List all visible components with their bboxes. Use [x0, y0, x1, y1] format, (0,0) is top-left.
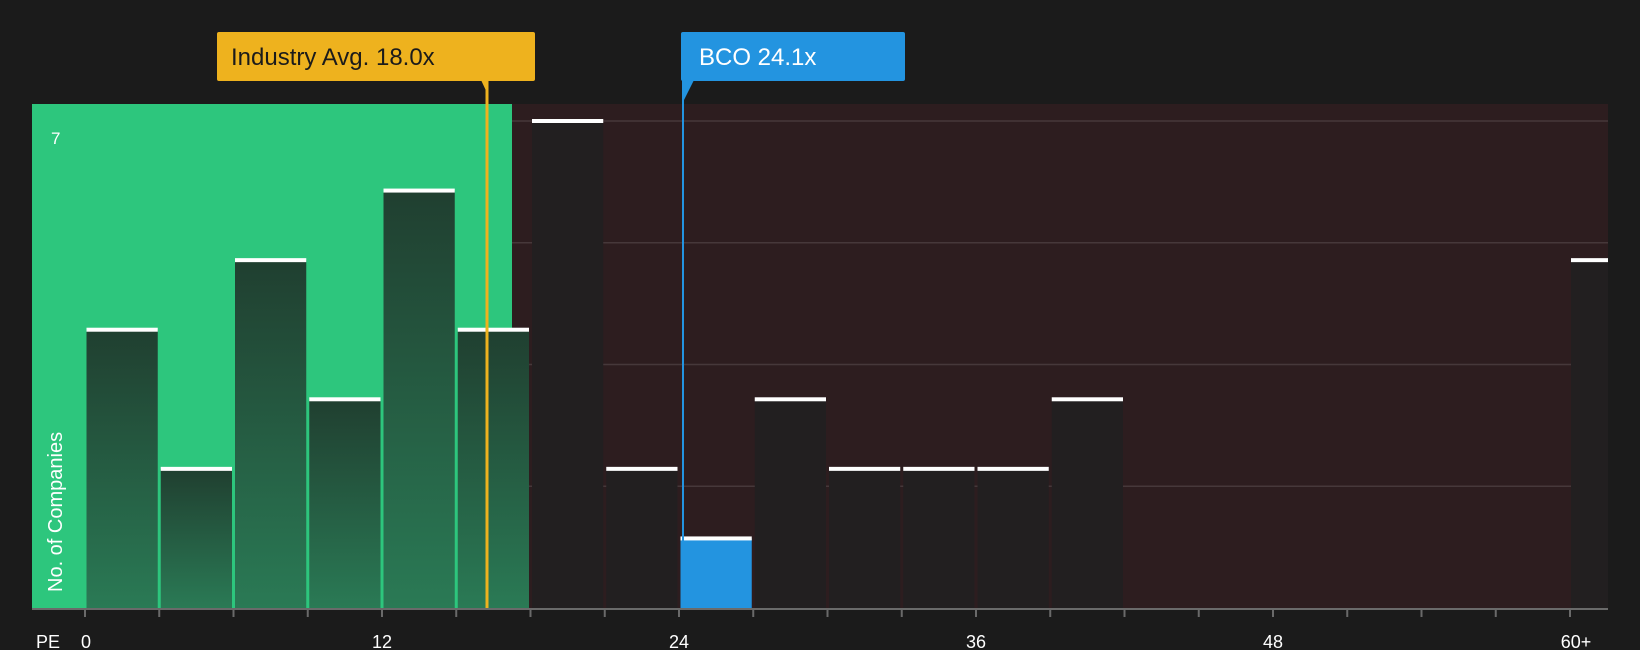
x-tick-label: 60+ — [1561, 632, 1592, 650]
bar-value-cap — [754, 397, 826, 402]
y-tick-label: 7 — [51, 129, 60, 148]
company-pe-pointer — [682, 80, 694, 104]
bar-value-cap — [457, 327, 529, 332]
bar-value-cap — [309, 397, 381, 402]
histogram-bar — [86, 329, 158, 608]
y-axis-label: No. of Companies — [45, 432, 67, 592]
bar-value-cap — [903, 466, 975, 471]
histogram-bar — [680, 538, 752, 608]
bar-value-cap — [829, 466, 901, 471]
bar-value-cap — [235, 258, 307, 263]
x-tick-label: 36 — [966, 632, 986, 650]
histogram-bar — [1051, 399, 1123, 608]
industry-average-pointer — [481, 80, 489, 96]
histogram-bar — [160, 468, 232, 608]
bar-value-cap — [160, 466, 232, 471]
histogram-bar — [309, 399, 381, 608]
industry-average-label: Industry Avg. 18.0x — [231, 44, 435, 71]
x-tick-label: 48 — [1263, 632, 1283, 650]
histogram-bar — [977, 468, 1049, 608]
histogram-bar — [235, 260, 307, 608]
x-tick-label: 24 — [669, 632, 689, 650]
x-tick-label: 0 — [81, 632, 91, 650]
histogram-bar — [903, 468, 975, 608]
histogram-bar — [532, 121, 604, 608]
x-axis: 0 12 24 36 48 60+ — [32, 608, 1608, 650]
bar-value-cap — [86, 327, 158, 332]
histogram-bar — [606, 468, 678, 608]
x-axis-label: PE — [36, 632, 60, 650]
bar-value-cap — [1051, 397, 1123, 402]
bar-value-cap — [532, 119, 604, 123]
bar-value-cap — [1571, 258, 1608, 263]
bar-value-cap — [977, 466, 1049, 471]
pe-histogram-chart: 0 12 24 36 48 60+ Industry Avg. 18.0x BCO 24.1… — [32, 32, 1608, 650]
bar-value-cap — [606, 466, 678, 471]
histogram-bar — [457, 329, 529, 608]
company-pe-label: BCO 24.1x — [699, 44, 816, 71]
bar-value-cap — [680, 536, 752, 541]
bar-value-cap — [383, 188, 455, 193]
histogram-bar — [829, 468, 901, 608]
x-tick-label: 12 — [372, 632, 392, 650]
histogram-bar — [754, 399, 826, 608]
histogram-bar — [383, 190, 455, 609]
histogram-bar — [1571, 260, 1608, 608]
